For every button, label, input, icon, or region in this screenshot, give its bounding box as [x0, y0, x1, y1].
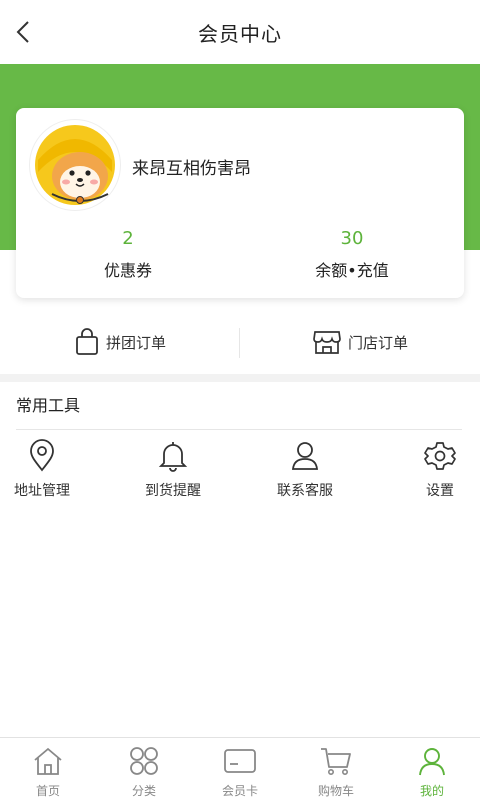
tab-member-card-label: 会员卡: [221, 784, 258, 798]
tab-home[interactable]: 首页: [0, 738, 96, 800]
coupon-label: 优惠券: [103, 261, 152, 280]
nav-header: 会员中心: [0, 0, 480, 64]
section-separator: [0, 374, 480, 382]
tools-section-title: 常用工具: [16, 396, 81, 415]
group-order-label: 拼团订单: [105, 333, 166, 352]
contact-service-label: 联系客服: [277, 483, 333, 499]
balance-stat[interactable]: 30 余额•充值: [240, 228, 464, 281]
tab-mine-label: 我的: [419, 784, 444, 798]
category-icon: [130, 747, 158, 775]
tab-mine[interactable]: 我的: [384, 738, 480, 800]
address-management-button[interactable]: 地址管理: [14, 438, 70, 500]
section-divider: [16, 429, 462, 430]
username: 来昂互相伤害昂: [132, 159, 251, 179]
back-button[interactable]: [10, 18, 38, 46]
member-card: 来昂互相伤害昂 2 优惠券 30 余额•充值: [16, 108, 464, 298]
orders-row: 拼团订单 门店订单: [0, 310, 480, 374]
user-icon: [292, 442, 318, 470]
arrival-reminder-button[interactable]: 到货提醒: [145, 438, 201, 500]
cart-icon: [321, 748, 351, 775]
arrival-reminder-label: 到货提醒: [145, 483, 201, 499]
tab-home-label: 首页: [35, 784, 60, 798]
group-order-button[interactable]: 拼团订单: [0, 310, 240, 374]
profile-icon: [419, 748, 445, 776]
card-icon: [224, 749, 256, 773]
tab-cart[interactable]: 购物车: [288, 738, 384, 800]
tab-member-card[interactable]: 会员卡: [192, 738, 288, 800]
address-management-label: 地址管理: [14, 483, 70, 499]
contact-service-button[interactable]: 联系客服: [277, 438, 333, 500]
store-icon: [313, 331, 341, 354]
coupon-count: 2: [122, 228, 134, 249]
location-pin-icon: [30, 439, 54, 472]
tab-category[interactable]: 分类: [96, 738, 192, 800]
tab-cart-label: 购物车: [317, 784, 354, 798]
avatar[interactable]: [30, 120, 120, 210]
orders-divider: [239, 328, 240, 358]
bell-icon: [158, 442, 188, 472]
balance-amount: 30: [340, 228, 364, 249]
chevron-left-icon: [16, 21, 29, 43]
home-icon: [34, 747, 62, 775]
gear-icon: [424, 442, 456, 470]
balance-label: 余额•充值: [315, 261, 389, 280]
bottom-tab-bar: 首页 分类 会员卡 购物车 我的: [0, 737, 480, 800]
shopping-bag-icon: [76, 328, 98, 355]
coupon-stat[interactable]: 2 优惠券: [16, 228, 240, 281]
tools-grid: 地址管理 到货提醒 联系客服 设置: [0, 438, 480, 508]
shiba-avatar-icon: [35, 125, 115, 205]
tab-category-label: 分类: [131, 784, 156, 798]
settings-label: 设置: [426, 483, 454, 499]
store-order-button[interactable]: 门店订单: [240, 310, 480, 374]
store-order-label: 门店订单: [347, 333, 408, 352]
page-title: 会员中心: [198, 21, 282, 46]
settings-button[interactable]: 设置: [424, 438, 456, 500]
